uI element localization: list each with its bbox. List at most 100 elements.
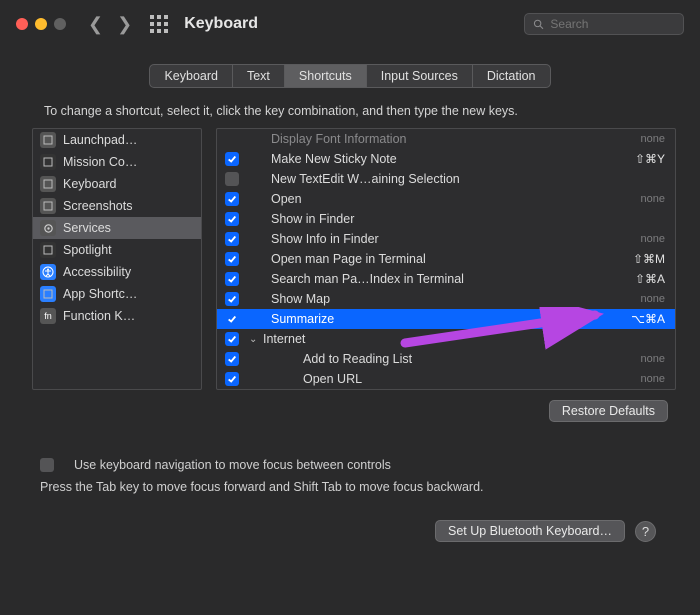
shortcut-row[interactable]: Summarize⌥⌘A (217, 309, 675, 329)
nav-buttons: ❮ ❯ (88, 15, 132, 33)
traffic-lights (16, 18, 66, 30)
keyboard-icon (40, 176, 56, 192)
shortcut-label: Show Map (249, 292, 641, 306)
search-icon (533, 18, 544, 31)
shortcut-row[interactable]: Show Mapnone (217, 289, 675, 309)
shortcut-checkbox[interactable] (225, 272, 239, 286)
shortcut-checkbox[interactable] (225, 312, 239, 326)
shortcut-keys[interactable]: ⇧⌘A (635, 272, 665, 286)
show-all-prefs-icon[interactable] (150, 15, 168, 33)
category-label: App Shortc… (63, 287, 137, 301)
shortcut-checkbox[interactable] (225, 212, 239, 226)
category-item[interactable]: Spotlight (33, 239, 201, 261)
gear-icon (40, 220, 56, 236)
shortcut-label: Summarize (249, 312, 631, 326)
shortcut-label: Internet (263, 332, 665, 346)
shortcut-label: Open URL (265, 372, 641, 386)
shortcut-row[interactable]: Show in Finder (217, 209, 675, 229)
tab-dictation[interactable]: Dictation (473, 65, 550, 87)
shortcut-row[interactable]: Display Font Informationnone (217, 129, 675, 149)
shortcut-row[interactable]: Open URLnone (217, 369, 675, 389)
shortcut-row[interactable]: Opennone (217, 189, 675, 209)
help-button[interactable]: ? (635, 521, 656, 542)
shortcut-row[interactable]: Make New Sticky Note⇧⌘Y (217, 149, 675, 169)
shortcut-row[interactable]: Add to Reading Listnone (217, 349, 675, 369)
appshortcut-icon (40, 286, 56, 302)
category-item[interactable]: Mission Co… (33, 151, 201, 173)
category-label: Mission Co… (63, 155, 137, 169)
category-label: Launchpad… (63, 133, 137, 147)
kb-nav-checkbox[interactable] (40, 458, 54, 472)
category-item[interactable]: Launchpad… (33, 129, 201, 151)
tabs-row: KeyboardTextShortcutsInput SourcesDictat… (24, 48, 676, 98)
shortcut-row[interactable]: Open man Page in Terminal⇧⌘M (217, 249, 675, 269)
category-item[interactable]: App Shortc… (33, 283, 201, 305)
shortcut-keys[interactable]: none (641, 233, 665, 245)
segmented-control: KeyboardTextShortcutsInput SourcesDictat… (149, 64, 550, 88)
mission-icon (40, 154, 56, 170)
shortcut-checkbox[interactable] (225, 192, 239, 206)
category-label: Screenshots (63, 199, 132, 213)
shortcut-keys[interactable]: ⌥⌘A (631, 312, 665, 326)
minimize-window-button[interactable] (35, 18, 47, 30)
titlebar: ❮ ❯ Keyboard (0, 0, 700, 48)
shortcut-keys[interactable]: none (641, 293, 665, 305)
shortcut-checkbox[interactable] (225, 172, 239, 186)
setup-bluetooth-button[interactable]: Set Up Bluetooth Keyboard… (435, 520, 625, 542)
shortcut-label: Add to Reading List (265, 352, 641, 366)
zoom-window-button[interactable] (54, 18, 66, 30)
category-item[interactable]: Keyboard (33, 173, 201, 195)
shortcut-checkbox[interactable] (225, 332, 239, 346)
shortcut-checkbox[interactable] (225, 152, 239, 166)
shortcut-list[interactable]: Display Font InformationnoneMake New Sti… (216, 128, 676, 390)
search-input[interactable] (550, 17, 675, 31)
shortcut-keys[interactable]: ⇧⌘Y (635, 152, 665, 166)
category-label: Spotlight (63, 243, 112, 257)
shortcut-label: Display Font Information (249, 132, 641, 146)
category-item[interactable]: Accessibility (33, 261, 201, 283)
forward-button[interactable]: ❯ (117, 15, 132, 33)
screenshot-icon (40, 198, 56, 214)
category-item[interactable]: Screenshots (33, 195, 201, 217)
shortcut-keys[interactable]: ⇧⌘M (633, 252, 665, 266)
shortcut-label: Make New Sticky Note (249, 152, 635, 166)
category-label: Keyboard (63, 177, 117, 191)
close-window-button[interactable] (16, 18, 28, 30)
shortcut-checkbox[interactable] (225, 372, 239, 386)
tab-shortcuts[interactable]: Shortcuts (285, 65, 367, 87)
shortcut-row[interactable]: Show Info in Findernone (217, 229, 675, 249)
shortcut-checkbox[interactable] (225, 232, 239, 246)
rocket-icon (40, 132, 56, 148)
shortcut-row[interactable]: New TextEdit W…aining Selection (217, 169, 675, 189)
shortcut-group-row[interactable]: ⌄ Internet (217, 329, 675, 349)
tab-keyboard[interactable]: Keyboard (150, 65, 233, 87)
search-field-container[interactable] (524, 13, 684, 35)
tab-text[interactable]: Text (233, 65, 285, 87)
shortcut-keys[interactable]: none (641, 353, 665, 365)
category-item[interactable]: fn Function K… (33, 305, 201, 327)
shortcut-label: Show Info in Finder (249, 232, 641, 246)
back-button[interactable]: ❮ (88, 15, 103, 33)
restore-defaults-button[interactable]: Restore Defaults (549, 400, 668, 422)
fn-icon: fn (40, 308, 56, 324)
shortcut-label: New TextEdit W…aining Selection (249, 172, 665, 186)
shortcut-checkbox[interactable] (225, 352, 239, 366)
shortcut-checkbox[interactable] (225, 252, 239, 266)
chevron-down-icon[interactable]: ⌄ (249, 334, 259, 345)
shortcut-keys[interactable]: none (641, 133, 665, 145)
shortcut-keys[interactable]: none (641, 193, 665, 205)
category-label: Function K… (63, 309, 135, 323)
category-item[interactable]: Services (33, 217, 201, 239)
category-list[interactable]: Launchpad… Mission Co… Keyboard Screenshots… (32, 128, 202, 390)
shortcut-label: Open man Page in Terminal (249, 252, 633, 266)
tab-input-sources[interactable]: Input Sources (367, 65, 473, 87)
window-title: Keyboard (184, 15, 258, 33)
accessibility-icon (40, 264, 56, 280)
shortcut-label: Open (249, 192, 641, 206)
shortcut-keys[interactable]: none (641, 373, 665, 385)
kb-nav-hint: Press the Tab key to move focus forward … (40, 480, 660, 494)
shortcut-checkbox[interactable] (225, 292, 239, 306)
kb-nav-label: Use keyboard navigation to move focus be… (74, 458, 391, 472)
instruction-text: To change a shortcut, select it, click t… (24, 98, 676, 128)
shortcut-row[interactable]: Search man Pa…Index in Terminal⇧⌘A (217, 269, 675, 289)
